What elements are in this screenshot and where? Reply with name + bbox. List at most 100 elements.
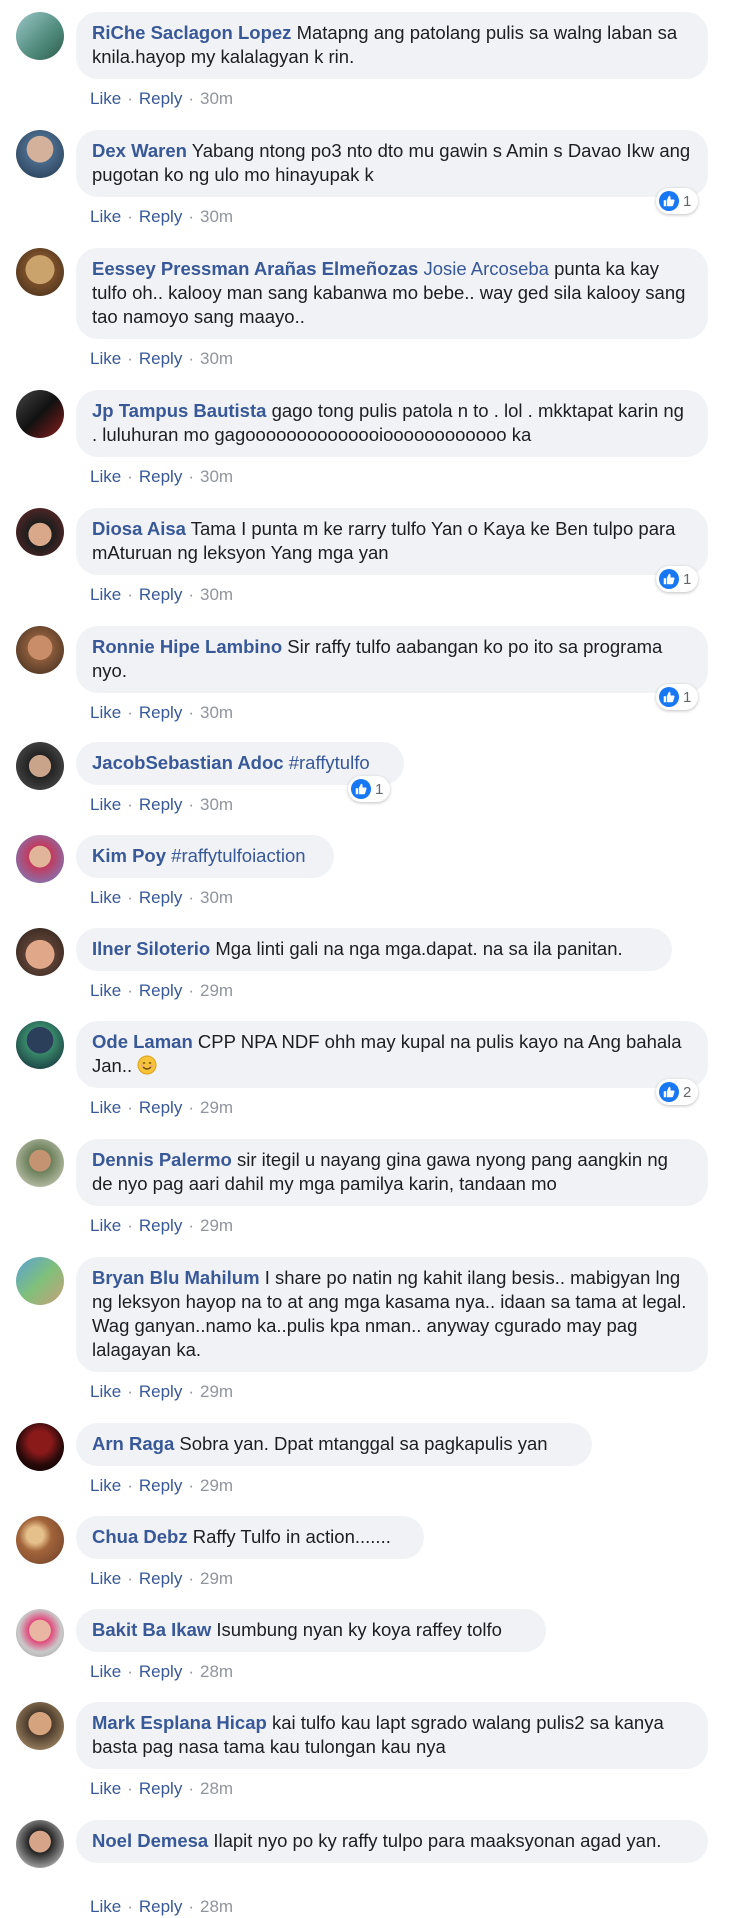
comment-author[interactable]: JacobSebastian Adoc (92, 752, 284, 773)
comment-author[interactable]: Ilner Siloterio (92, 938, 210, 959)
reply-button[interactable]: Reply (139, 89, 182, 108)
avatar[interactable] (16, 1139, 64, 1187)
like-button[interactable]: Like (90, 89, 121, 108)
comment-author[interactable]: Noel Demesa (92, 1830, 208, 1851)
timestamp[interactable]: 30m (200, 585, 233, 604)
timestamp[interactable]: 28m (200, 1779, 233, 1798)
like-button[interactable]: Like (90, 1216, 121, 1235)
timestamp[interactable]: 30m (200, 888, 233, 907)
reply-button[interactable]: Reply (139, 703, 182, 722)
comment-author[interactable]: Ronnie Hipe Lambino (92, 636, 282, 657)
avatar[interactable] (16, 390, 64, 438)
avatar[interactable] (16, 12, 64, 60)
comment-author[interactable]: Bryan Blu Mahilum (92, 1267, 260, 1288)
timestamp[interactable]: 30m (200, 207, 233, 226)
mention-link[interactable]: Josie Arcoseba (423, 258, 548, 279)
timestamp[interactable]: 29m (200, 981, 233, 1000)
timestamp[interactable]: 28m (200, 1897, 233, 1916)
reply-button[interactable]: Reply (139, 1779, 182, 1798)
reply-button[interactable]: Reply (139, 1662, 182, 1681)
comment-author[interactable]: RiChe Saclagon Lopez (92, 22, 291, 43)
like-button[interactable]: Like (90, 795, 121, 814)
like-button[interactable]: Like (90, 1569, 121, 1588)
timestamp[interactable]: 29m (200, 1382, 233, 1401)
reply-button[interactable]: Reply (139, 981, 182, 1000)
reaction-count[interactable]: 1 (656, 684, 699, 710)
avatar[interactable] (16, 1021, 64, 1069)
like-button[interactable]: Like (90, 1098, 121, 1117)
avatar[interactable] (16, 928, 64, 976)
like-button[interactable]: Like (90, 207, 121, 226)
timestamp[interactable]: 30m (200, 795, 233, 814)
reaction-count[interactable]: 1 (656, 188, 699, 214)
comment-author[interactable]: Kim Poy (92, 845, 166, 866)
timestamp[interactable]: 29m (200, 1098, 233, 1117)
reply-button[interactable]: Reply (139, 585, 182, 604)
avatar[interactable] (16, 742, 64, 790)
comment-author[interactable]: Ode Laman (92, 1031, 193, 1052)
reaction-count[interactable]: 2 (656, 1079, 699, 1105)
like-button[interactable]: Like (90, 1779, 121, 1798)
like-button[interactable]: Like (90, 888, 121, 907)
reply-button[interactable]: Reply (139, 1098, 182, 1117)
comment-author[interactable]: Dex Waren (92, 140, 187, 161)
hashtag-link[interactable]: #raffytulfoiaction (171, 845, 305, 866)
reply-button[interactable]: Reply (139, 795, 182, 814)
like-button[interactable]: Like (90, 585, 121, 604)
timestamp[interactable]: 30m (200, 467, 233, 486)
avatar[interactable] (16, 626, 64, 674)
comment-author[interactable]: Chua Debz (92, 1526, 188, 1547)
like-button[interactable]: Like (90, 1382, 121, 1401)
timestamp[interactable]: 29m (200, 1569, 233, 1588)
reply-button[interactable]: Reply (139, 1897, 182, 1916)
like-button[interactable]: Like (90, 1897, 121, 1916)
reaction-count[interactable]: 1 (348, 776, 391, 802)
reply-button[interactable]: Reply (139, 1569, 182, 1588)
timestamp[interactable]: 29m (200, 1476, 233, 1495)
avatar[interactable] (16, 248, 64, 296)
comment-bubble: Eessey Pressman Arañas Elmeñozas Josie A… (76, 248, 708, 339)
timestamp[interactable]: 29m (200, 1216, 233, 1235)
comment-author[interactable]: Jp Tampus Bautista (92, 400, 266, 421)
reply-button[interactable]: Reply (139, 467, 182, 486)
reply-button[interactable]: Reply (139, 1216, 182, 1235)
reply-button[interactable]: Reply (139, 888, 182, 907)
separator: · (188, 349, 194, 368)
comment-author[interactable]: Eessey Pressman Arañas Elmeñozas (92, 258, 418, 279)
like-button[interactable]: Like (90, 349, 121, 368)
avatar[interactable] (16, 1516, 64, 1564)
like-button[interactable]: Like (90, 981, 121, 1000)
reply-button[interactable]: Reply (139, 1382, 182, 1401)
comment-author[interactable]: Diosa Aisa (92, 518, 186, 539)
like-button[interactable]: Like (90, 703, 121, 722)
like-button[interactable]: Like (90, 467, 121, 486)
avatar[interactable] (16, 130, 64, 178)
timestamp[interactable]: 30m (200, 703, 233, 722)
timestamp[interactable]: 30m (200, 89, 233, 108)
avatar[interactable] (16, 1257, 64, 1305)
avatar[interactable] (16, 508, 64, 556)
timestamp[interactable]: 28m (200, 1662, 233, 1681)
hashtag-link[interactable]: #raffytulfo (289, 752, 370, 773)
separator: · (127, 888, 133, 907)
separator: · (188, 89, 194, 108)
avatar[interactable] (16, 1423, 64, 1471)
comment-author[interactable]: Bakit Ba Ikaw (92, 1619, 211, 1640)
separator: · (127, 89, 133, 108)
reaction-count[interactable]: 1 (656, 566, 699, 592)
like-button[interactable]: Like (90, 1476, 121, 1495)
reply-button[interactable]: Reply (139, 1476, 182, 1495)
avatar[interactable] (16, 1820, 64, 1868)
comment-author[interactable]: Mark Esplana Hicap (92, 1712, 267, 1733)
comment-actions: Like · Reply · 29m (90, 1097, 233, 1119)
timestamp[interactable]: 30m (200, 349, 233, 368)
reply-button[interactable]: Reply (139, 349, 182, 368)
comment-author[interactable]: Arn Raga (92, 1433, 174, 1454)
reply-button[interactable]: Reply (139, 207, 182, 226)
avatar[interactable] (16, 1702, 64, 1750)
comment-author[interactable]: Dennis Palermo (92, 1149, 232, 1170)
like-button[interactable]: Like (90, 1662, 121, 1681)
separator: · (127, 703, 133, 722)
avatar[interactable] (16, 835, 64, 883)
avatar[interactable] (16, 1609, 64, 1657)
